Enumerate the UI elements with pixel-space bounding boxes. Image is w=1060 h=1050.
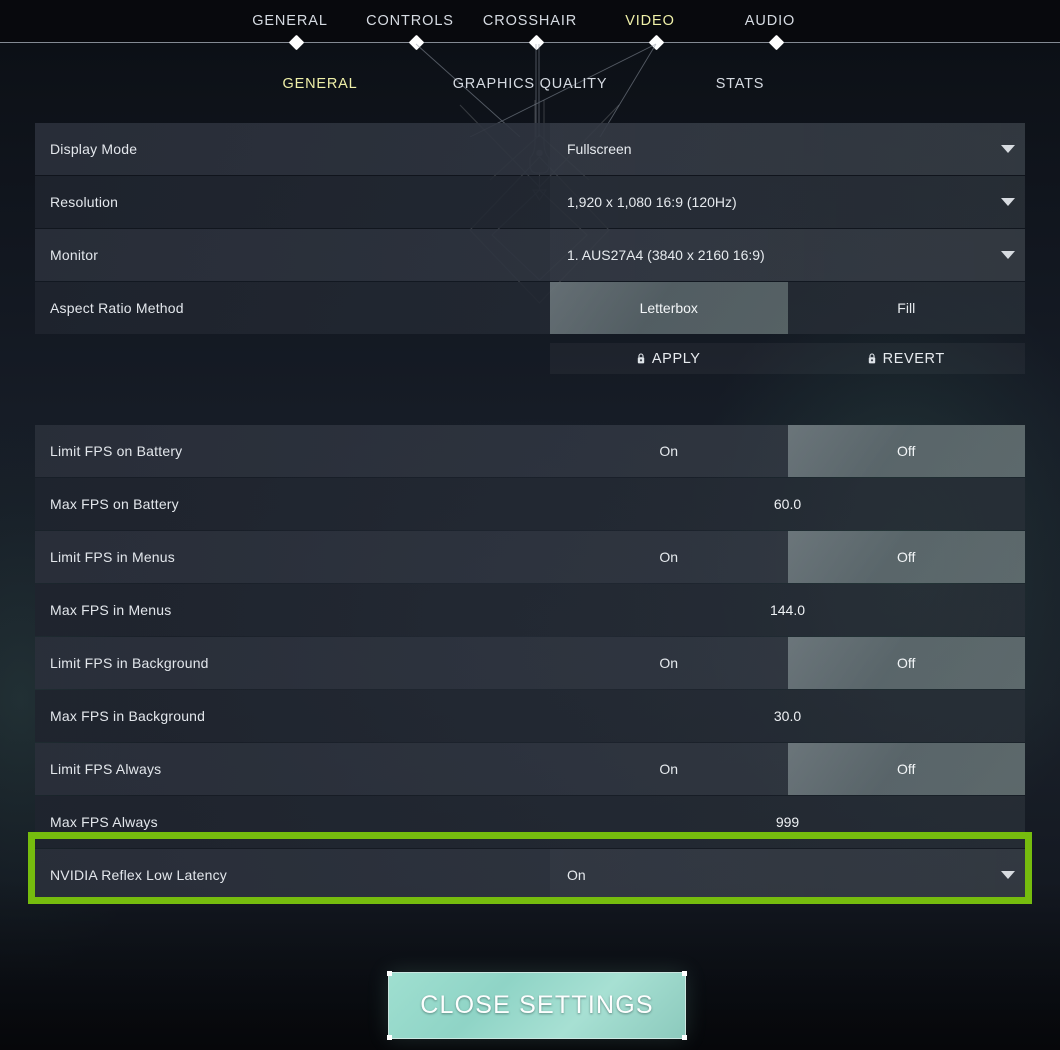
tab-video[interactable]: VIDEO <box>590 0 710 43</box>
subtab-graphics-quality[interactable]: GRAPHICS QUALITY <box>425 76 635 92</box>
row-label: Aspect Ratio Method <box>50 300 184 316</box>
row-monitor[interactable]: Monitor 1. AUS27A4 (3840 x 2160 16:9) <box>35 229 1025 281</box>
limit-fps-background-on[interactable]: On <box>550 637 788 689</box>
row-label: Max FPS Always <box>50 814 158 830</box>
display-settings-group: Display Mode Fullscreen Resolution 1,920… <box>35 123 1025 334</box>
row-value-zone: On Off <box>550 531 1025 583</box>
tab-audio[interactable]: AUDIO <box>710 0 830 43</box>
limit-fps-background-off[interactable]: Off <box>787 637 1025 689</box>
limit-fps-always-on[interactable]: On <box>550 743 788 795</box>
apply-button[interactable]: APPLY <box>550 343 788 374</box>
row-max-fps-on-battery[interactable]: Max FPS on Battery 60.0 <box>35 478 1025 530</box>
corner-marker-icon <box>682 1035 687 1040</box>
row-limit-fps-on-battery[interactable]: Limit FPS on Battery On Off <box>35 425 1025 477</box>
max-fps-always-value[interactable]: 999 <box>550 796 1025 848</box>
corner-marker-icon <box>682 971 687 976</box>
row-max-fps-always[interactable]: Max FPS Always 999 <box>35 796 1025 848</box>
row-label: Limit FPS in Menus <box>50 549 175 565</box>
row-value-zone: 999 <box>550 796 1025 848</box>
chevron-down-icon[interactable] <box>1001 198 1015 206</box>
close-settings-label: CLOSE SETTINGS <box>420 991 654 1019</box>
row-value-zone: 1. AUS27A4 (3840 x 2160 16:9) <box>550 229 1025 281</box>
main-tab-list: GENERAL CONTROLS CROSSHAIR VIDEO AUDIO <box>0 0 1060 43</box>
max-fps-background-value[interactable]: 30.0 <box>550 690 1025 742</box>
max-fps-battery-value[interactable]: 60.0 <box>550 478 1025 530</box>
apply-revert-bar: APPLY REVERT <box>550 343 1025 374</box>
row-limit-fps-always[interactable]: Limit FPS Always On Off <box>35 743 1025 795</box>
row-display-mode[interactable]: Display Mode Fullscreen <box>35 123 1025 175</box>
row-value-zone: Fullscreen <box>550 123 1025 175</box>
nvidia-reflex-dropdown[interactable]: On <box>550 849 1025 901</box>
lock-icon <box>637 353 645 364</box>
row-label: NVIDIA Reflex Low Latency <box>50 867 227 883</box>
row-label: Limit FPS Always <box>50 761 162 777</box>
apply-label: APPLY <box>651 350 701 367</box>
chevron-down-icon[interactable] <box>1001 251 1015 259</box>
limit-fps-always-off[interactable]: Off <box>787 743 1025 795</box>
sub-tab-list: GENERAL GRAPHICS QUALITY STATS <box>0 68 1060 100</box>
row-label: Monitor <box>50 247 99 263</box>
tab-controls[interactable]: CONTROLS <box>350 0 470 43</box>
row-nvidia-reflex-low-latency[interactable]: NVIDIA Reflex Low Latency On <box>35 849 1025 901</box>
aspect-ratio-option-fill[interactable]: Fill <box>788 282 1026 334</box>
row-value-zone: On Off <box>550 425 1025 477</box>
tab-general[interactable]: GENERAL <box>230 0 350 43</box>
row-limit-fps-in-background[interactable]: Limit FPS in Background On Off <box>35 637 1025 689</box>
corner-marker-icon <box>387 971 392 976</box>
row-value-zone: On Off <box>550 637 1025 689</box>
chevron-down-icon[interactable] <box>1001 871 1015 879</box>
row-value-zone: On <box>550 849 1025 901</box>
row-label: Max FPS in Background <box>50 708 206 724</box>
row-limit-fps-in-menus[interactable]: Limit FPS in Menus On Off <box>35 531 1025 583</box>
limit-fps-battery-on[interactable]: On <box>550 425 788 477</box>
row-aspect-ratio-method[interactable]: Aspect Ratio Method Letterbox Fill <box>35 282 1025 334</box>
subtab-stats[interactable]: STATS <box>635 76 845 92</box>
row-label: Display Mode <box>50 141 138 157</box>
row-max-fps-in-background[interactable]: Max FPS in Background 30.0 <box>35 690 1025 742</box>
lock-icon <box>868 353 875 364</box>
revert-button[interactable]: REVERT <box>788 343 1026 374</box>
row-max-fps-in-menus[interactable]: Max FPS in Menus 144.0 <box>35 584 1025 636</box>
row-label: Limit FPS on Battery <box>50 443 183 459</box>
row-label: Max FPS on Battery <box>50 496 179 512</box>
tab-crosshair[interactable]: CROSSHAIR <box>470 0 590 43</box>
limit-fps-battery-off[interactable]: Off <box>787 425 1025 477</box>
row-resolution[interactable]: Resolution 1,920 x 1,080 16:9 (120Hz) <box>35 176 1025 228</box>
row-value-zone: 30.0 <box>550 690 1025 742</box>
limit-fps-menus-off[interactable]: Off <box>787 531 1025 583</box>
settings-screen: GENERAL CONTROLS CROSSHAIR VIDEO AUDIO G… <box>0 0 1060 1050</box>
fps-settings-group: Limit FPS on Battery On Off Max FPS on B… <box>35 425 1025 901</box>
chevron-down-icon[interactable] <box>1001 145 1015 153</box>
max-fps-menus-value[interactable]: 144.0 <box>550 584 1025 636</box>
row-value-zone: 1,920 x 1,080 16:9 (120Hz) <box>550 176 1025 228</box>
row-value-zone: On Off <box>550 743 1025 795</box>
row-value-zone: 60.0 <box>550 478 1025 530</box>
row-label: Resolution <box>50 194 119 210</box>
limit-fps-menus-on[interactable]: On <box>550 531 788 583</box>
resolution-dropdown[interactable]: 1,920 x 1,080 16:9 (120Hz) <box>550 176 1025 228</box>
row-label: Limit FPS in Background <box>50 655 209 671</box>
row-value-zone: Letterbox Fill <box>550 282 1025 334</box>
display-mode-dropdown[interactable]: Fullscreen <box>550 123 1025 175</box>
close-settings-button[interactable]: CLOSE SETTINGS <box>387 971 687 1040</box>
corner-marker-icon <box>387 1035 392 1040</box>
subtab-general[interactable]: GENERAL <box>215 76 425 92</box>
monitor-dropdown[interactable]: 1. AUS27A4 (3840 x 2160 16:9) <box>550 229 1025 281</box>
row-value-zone: 144.0 <box>550 584 1025 636</box>
aspect-ratio-option-letterbox[interactable]: Letterbox <box>550 282 788 334</box>
revert-label: REVERT <box>882 350 945 367</box>
row-label: Max FPS in Menus <box>50 602 172 618</box>
